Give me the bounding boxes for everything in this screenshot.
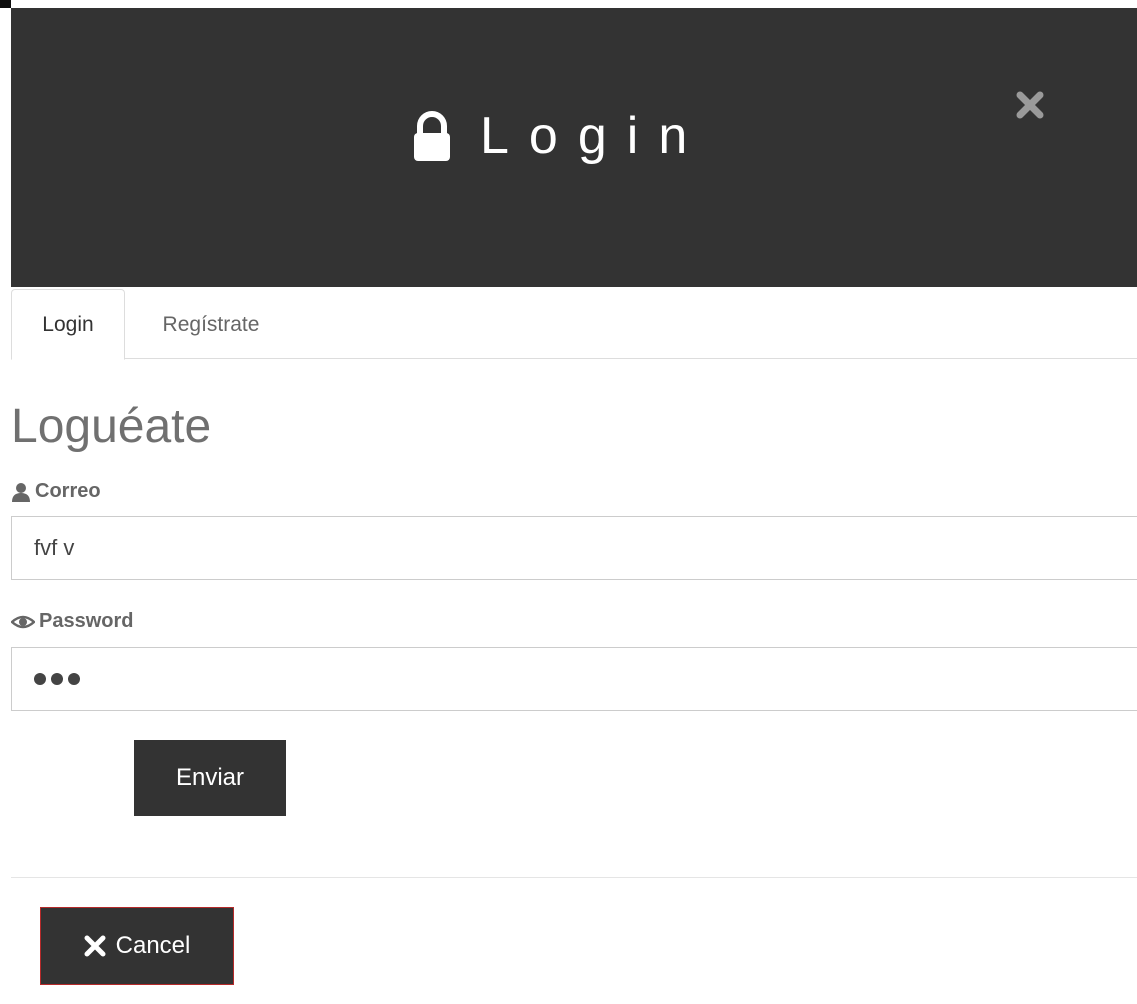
modal-title-text: Login bbox=[480, 107, 708, 165]
form-heading: Loguéate bbox=[11, 400, 212, 453]
footer-divider bbox=[11, 877, 1137, 878]
eye-icon bbox=[11, 615, 35, 628]
modal-header: Login bbox=[11, 8, 1137, 287]
login-modal: Login Login Regístrate Loguéate Correo f… bbox=[11, 0, 1137, 1004]
email-field[interactable]: fvf v bbox=[11, 516, 1137, 580]
lock-icon bbox=[414, 111, 450, 161]
tab-register[interactable]: Regístrate bbox=[141, 289, 281, 360]
password-dot bbox=[51, 673, 63, 685]
email-value: fvf v bbox=[34, 535, 75, 560]
password-label-text: Password bbox=[39, 610, 134, 632]
password-field[interactable] bbox=[11, 647, 1137, 711]
cancel-label: Cancel bbox=[115, 932, 191, 959]
submit-button[interactable]: Enviar bbox=[134, 740, 286, 816]
password-mask bbox=[34, 673, 80, 685]
email-label: Correo bbox=[11, 480, 101, 503]
tab-bar: Login Regístrate bbox=[11, 287, 1137, 360]
modal-title: Login bbox=[404, 104, 707, 168]
email-label-text: Correo bbox=[35, 480, 101, 502]
close-icon bbox=[84, 935, 106, 957]
user-icon bbox=[12, 482, 30, 502]
tab-login[interactable]: Login bbox=[11, 289, 125, 360]
cancel-button[interactable]: Cancel bbox=[40, 907, 234, 985]
password-dot bbox=[34, 673, 46, 685]
password-label: Password bbox=[11, 610, 133, 633]
close-icon[interactable] bbox=[1013, 88, 1047, 122]
password-dot bbox=[68, 673, 80, 685]
